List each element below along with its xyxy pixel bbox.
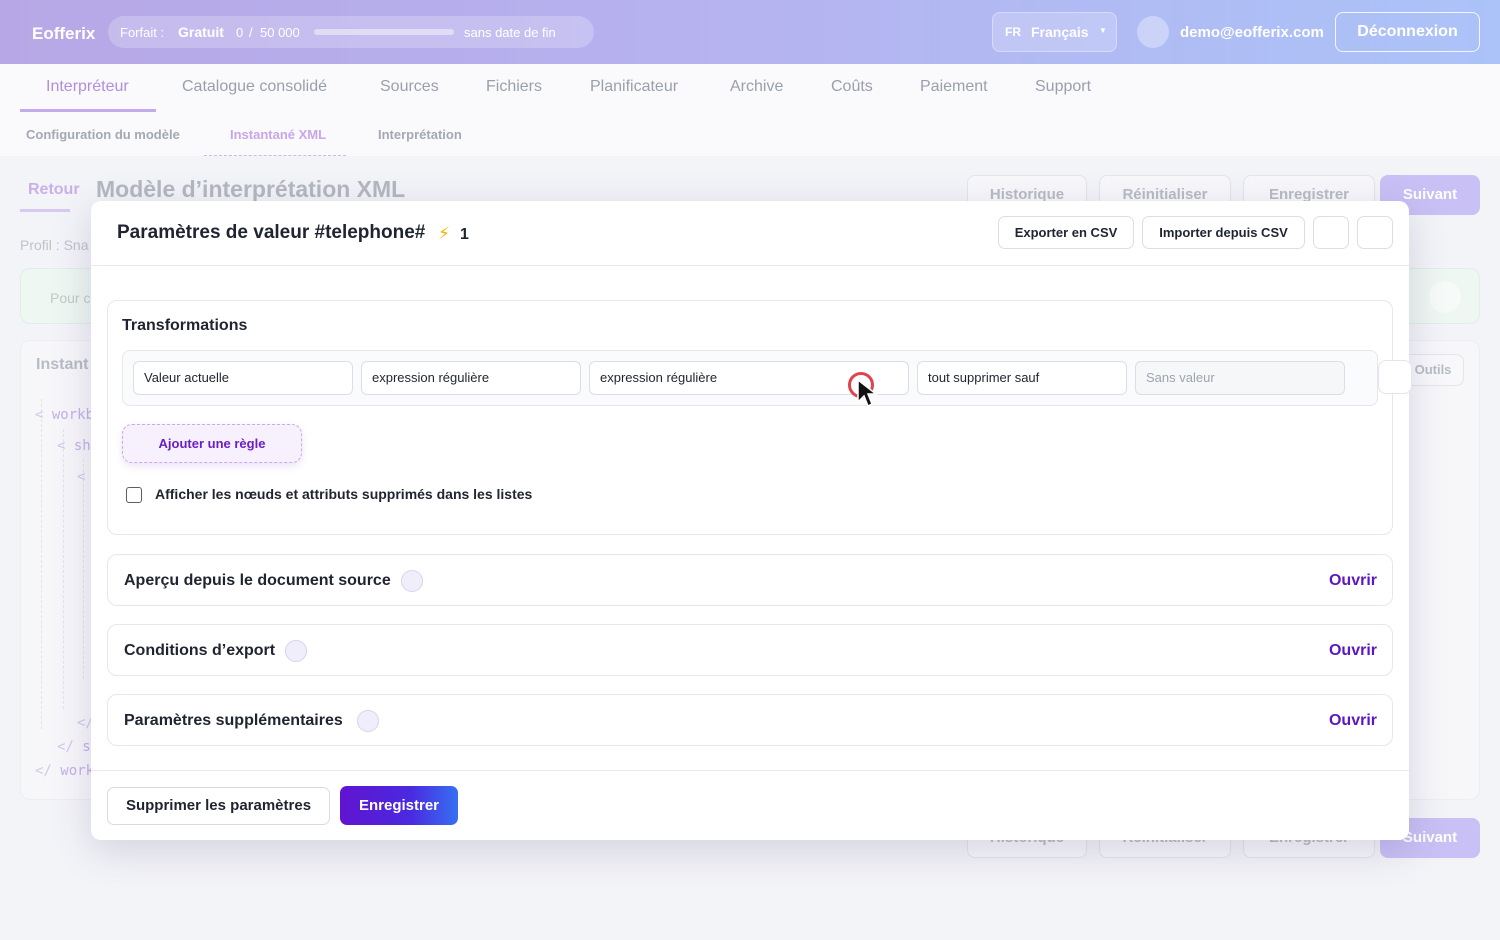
back-link-underline: [20, 209, 70, 212]
open-button[interactable]: Ouvrir: [1329, 712, 1377, 730]
snapshot-title: Instant: [36, 356, 89, 373]
tab-support[interactable]: Support: [1035, 78, 1091, 96]
close-button[interactable]: [1357, 216, 1393, 249]
accordion-preview[interactable]: Aperçu depuis le document source Ouvrir: [107, 554, 1393, 606]
info-text: Pour c: [50, 290, 91, 306]
modal-footer: Supprimer les paramètres Enregistrer: [91, 770, 1409, 840]
status-dot-icon: [401, 570, 423, 592]
rule-select[interactable]: tout supprimer sauf: [917, 361, 1127, 395]
open-button[interactable]: Ouvrir: [1329, 572, 1377, 590]
profile-label: Profil : Sna: [20, 237, 89, 253]
mouse-cursor-icon: [857, 378, 879, 408]
info-close-icon[interactable]: [1429, 281, 1461, 313]
import-csv-button[interactable]: Importer depuis CSV: [1142, 216, 1305, 249]
accordion-title: Paramètres supplémentaires: [124, 712, 343, 729]
subtab-configuration[interactable]: Configuration du modèle: [26, 127, 180, 142]
add-rule-button[interactable]: Ajouter une règle: [122, 424, 302, 463]
status-dot-icon: [285, 640, 307, 662]
language-select[interactable]: FR Français ▼: [992, 12, 1117, 52]
language-code: FR: [1005, 25, 1021, 39]
plan-expiry: sans date de fin: [464, 25, 556, 40]
status-dot-icon: [357, 710, 379, 732]
accordion-title: Conditions d’export: [124, 642, 276, 659]
show-deleted-checkbox[interactable]: [126, 487, 142, 503]
active-tab-indicator: [20, 109, 156, 112]
brand-logo[interactable]: Eofferix: [32, 24, 95, 44]
tab-catalogue[interactable]: Catalogue consolidé: [182, 78, 327, 96]
page-title: Modèle d’interprétation XML: [96, 176, 406, 202]
accordion-export-conditions[interactable]: Conditions d’export Ouvrir: [107, 624, 1393, 676]
plan-label: Forfait :: [120, 25, 165, 40]
modal-title: Paramètres de valeur #telephone#: [117, 222, 426, 243]
rule-select[interactable]: Valeur actuelle: [133, 361, 353, 395]
usage-used: 0: [236, 25, 244, 40]
fullscreen-button[interactable]: [1313, 216, 1349, 249]
logout-button[interactable]: Déconnexion: [1335, 12, 1480, 52]
chevron-down-icon: ▼: [1099, 26, 1107, 35]
export-csv-button[interactable]: Exporter en CSV: [998, 216, 1134, 249]
show-deleted-label[interactable]: Afficher les nœuds et attributs supprimé…: [155, 486, 532, 502]
row-options-button[interactable]: [1378, 360, 1412, 394]
code-guide: [63, 429, 64, 709]
rule-select[interactable]: expression régulière: [361, 361, 581, 395]
code-guide: [83, 459, 84, 679]
code-line: < workb: [35, 407, 95, 423]
tab-planificateur[interactable]: Planificateur: [590, 78, 678, 96]
avatar[interactable]: [1137, 16, 1169, 48]
subtab-interpretation[interactable]: Interprétation: [378, 127, 462, 142]
code-line: </ work: [35, 763, 95, 779]
subtab-instantane-xml[interactable]: Instantané XML: [230, 127, 326, 142]
tab-archive[interactable]: Archive: [730, 78, 783, 96]
code-guide: [41, 399, 42, 729]
plan-usage: Forfait : Gratuit 0 / 50 000 sans date d…: [108, 16, 594, 48]
language-name: Français: [1031, 24, 1089, 40]
tab-sources[interactable]: Sources: [380, 78, 439, 96]
main-navigation: Interpréteur Catalogue consolidé Sources…: [0, 64, 1500, 156]
accordion-extra-settings[interactable]: Paramètres supplémentaires Ouvrir: [107, 694, 1393, 746]
tab-couts[interactable]: Coûts: [831, 78, 873, 96]
usage-separator: /: [249, 25, 253, 40]
save-button[interactable]: Enregistrer: [340, 786, 458, 825]
delete-settings-button[interactable]: Supprimer les paramètres: [107, 787, 330, 825]
usage-total: 50 000: [260, 25, 300, 40]
value-settings-modal: Paramètres de valeur #telephone# ⚡ 1 Exp…: [91, 201, 1412, 840]
code-line: <: [77, 469, 86, 485]
lightning-icon: ⚡: [438, 224, 450, 243]
open-button[interactable]: Ouvrir: [1329, 642, 1377, 660]
tab-fichiers[interactable]: Fichiers: [486, 78, 542, 96]
rule-count-badge: 1: [460, 226, 469, 243]
back-link[interactable]: Retour: [28, 181, 80, 199]
accordion-title: Aperçu depuis le document source: [124, 572, 391, 589]
usage-progress-bar: [314, 29, 454, 35]
transformations-title: Transformations: [122, 317, 248, 334]
tab-interpreteur[interactable]: Interpréteur: [46, 78, 129, 96]
transformations-section: Transformations Valeur actuelle expressi…: [107, 300, 1412, 535]
user-email[interactable]: demo@eofferix.com: [1180, 24, 1324, 41]
plan-name: Gratuit: [178, 24, 224, 40]
top-bar: Eofferix Forfait : Gratuit 0 / 50 000 sa…: [0, 0, 1500, 64]
modal-header: Paramètres de valeur #telephone# ⚡ 1 Exp…: [91, 201, 1409, 266]
tab-paiement[interactable]: Paiement: [920, 78, 988, 96]
rule-value-input[interactable]: Sans valeur: [1135, 361, 1345, 395]
rules-row: Valeur actuelle expression régulière exp…: [122, 350, 1378, 406]
